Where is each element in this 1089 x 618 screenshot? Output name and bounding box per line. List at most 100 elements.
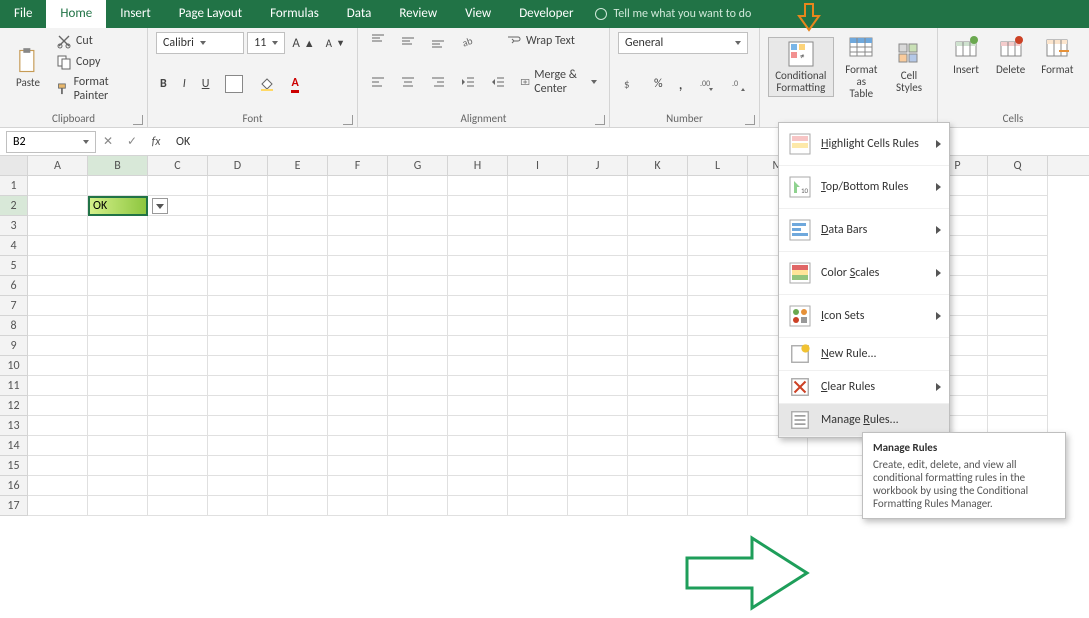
tab-view[interactable]: View <box>451 0 505 28</box>
align-right-button[interactable] <box>426 73 450 91</box>
menu-highlight-cells-rules[interactable]: Highlight Cells Rules <box>779 123 949 166</box>
col-header[interactable]: H <box>448 156 508 175</box>
font-size-select[interactable]: 11 <box>247 32 285 54</box>
row-header[interactable]: 12 <box>0 396 28 416</box>
tell-me-search[interactable]: Tell me what you want to do <box>595 0 751 28</box>
tab-page-layout[interactable]: Page Layout <box>165 0 256 28</box>
row-header[interactable]: 17 <box>0 496 28 516</box>
col-header[interactable]: Q <box>988 156 1048 175</box>
menu-data-bars[interactable]: Data Bars <box>779 209 949 252</box>
font-name-select[interactable]: Calibri <box>156 32 244 54</box>
decrease-decimal-button[interactable]: .0 <box>727 75 751 93</box>
copy-button[interactable]: Copy <box>52 53 139 71</box>
row-header[interactable]: 1 <box>0 176 28 196</box>
comma-button[interactable]: , <box>675 74 687 95</box>
col-header[interactable]: E <box>268 156 328 175</box>
font-launcher[interactable] <box>343 115 353 125</box>
format-painter-button[interactable]: Format Painter <box>52 74 139 104</box>
tab-file[interactable]: File <box>0 0 46 28</box>
alignment-launcher[interactable] <box>595 115 605 125</box>
insert-function-button[interactable]: fx <box>144 135 168 149</box>
conditional-formatting-button[interactable]: ≠ Conditional Formatting <box>768 37 834 97</box>
italic-button[interactable]: I <box>179 76 190 92</box>
row-header[interactable]: 9 <box>0 336 28 356</box>
format-cells-button[interactable]: Format <box>1035 32 1079 78</box>
borders-button[interactable] <box>221 74 247 94</box>
accounting-format-button[interactable]: $ <box>618 75 642 93</box>
col-header[interactable]: D <box>208 156 268 175</box>
align-left-button[interactable] <box>366 73 390 91</box>
menu-new-rule[interactable]: New Rule... <box>779 338 949 371</box>
tab-review[interactable]: Review <box>385 0 451 28</box>
decrease-font-button[interactable]: A▼ <box>322 36 349 51</box>
delete-cells-button[interactable]: Delete <box>990 32 1031 78</box>
menu-color-scales[interactable]: Color Scales <box>779 252 949 295</box>
tab-developer[interactable]: Developer <box>505 0 587 28</box>
underline-button[interactable]: U <box>198 76 214 92</box>
wrap-text-button[interactable]: Wrap Text <box>502 32 579 50</box>
col-header[interactable]: J <box>568 156 628 175</box>
orientation-button[interactable]: ab <box>456 32 480 50</box>
clipboard-launcher[interactable] <box>133 115 143 125</box>
align-center-button[interactable] <box>396 73 420 91</box>
font-color-button[interactable]: A <box>287 75 302 94</box>
data-validation-dropdown[interactable] <box>152 198 168 214</box>
number-format-select[interactable]: General <box>618 32 748 54</box>
iconsets-icon <box>789 305 811 327</box>
row-header[interactable]: 6 <box>0 276 28 296</box>
tab-data[interactable]: Data <box>333 0 386 28</box>
col-header[interactable]: C <box>148 156 208 175</box>
menu-top-bottom-rules[interactable]: 10 Top/Bottom Rules <box>779 166 949 209</box>
row-header[interactable]: 2 <box>0 196 28 216</box>
row-header[interactable]: 16 <box>0 476 28 496</box>
row-header[interactable]: 13 <box>0 416 28 436</box>
row-header[interactable]: 15 <box>0 456 28 476</box>
name-box[interactable]: B2 <box>6 131 96 153</box>
row-header[interactable]: 7 <box>0 296 28 316</box>
cancel-formula-button[interactable]: ✕ <box>96 134 120 149</box>
col-header[interactable]: B <box>88 156 148 175</box>
col-header[interactable]: I <box>508 156 568 175</box>
col-header[interactable]: K <box>628 156 688 175</box>
menu-clear-rules[interactable]: Clear Rules <box>779 371 949 404</box>
insert-cells-button[interactable]: Insert <box>946 32 986 78</box>
formula-input[interactable]: OK <box>168 135 1089 149</box>
bold-button[interactable]: B <box>156 76 171 92</box>
increase-decimal-button[interactable]: .00 <box>695 75 719 93</box>
increase-indent-button[interactable] <box>486 73 510 91</box>
decrease-indent-button[interactable] <box>456 73 480 91</box>
number-launcher[interactable] <box>745 115 755 125</box>
merge-center-button[interactable]: Merge & Center <box>516 67 601 97</box>
row-header[interactable]: 5 <box>0 256 28 276</box>
row-header[interactable]: 3 <box>0 216 28 236</box>
align-middle-button[interactable] <box>396 32 420 50</box>
row-header[interactable]: 11 <box>0 376 28 396</box>
tab-home[interactable]: Home <box>46 0 106 28</box>
cell-styles-button[interactable]: Cell Styles <box>889 38 929 96</box>
row-header[interactable]: 8 <box>0 316 28 336</box>
col-header[interactable]: L <box>688 156 748 175</box>
increase-font-button[interactable]: A▲ <box>288 35 318 52</box>
menu-icon-sets[interactable]: Icon Sets <box>779 295 949 338</box>
select-all-corner[interactable] <box>0 156 28 175</box>
col-header[interactable]: A <box>28 156 88 175</box>
tab-formulas[interactable]: Formulas <box>256 0 333 28</box>
fill-color-button[interactable] <box>255 75 279 93</box>
percent-button[interactable]: % <box>650 76 667 92</box>
align-top-button[interactable] <box>366 32 390 50</box>
tab-insert[interactable]: Insert <box>106 0 165 28</box>
svg-text:.0: .0 <box>732 79 738 89</box>
cut-button[interactable]: Cut <box>52 32 139 50</box>
enter-formula-button[interactable]: ✓ <box>120 134 144 149</box>
row-header[interactable]: 10 <box>0 356 28 376</box>
font-name-value: Calibri <box>163 36 194 50</box>
paste-button[interactable]: Paste <box>8 45 48 91</box>
col-header[interactable]: F <box>328 156 388 175</box>
row-header[interactable]: 14 <box>0 436 28 456</box>
align-bottom-button[interactable] <box>426 32 450 50</box>
col-header[interactable]: G <box>388 156 448 175</box>
row-header[interactable]: 4 <box>0 236 28 256</box>
active-cell-b2[interactable]: OK <box>88 196 148 216</box>
tell-me-label: Tell me what you want to do <box>613 7 751 21</box>
format-as-table-button[interactable]: Format as Table <box>838 32 885 102</box>
